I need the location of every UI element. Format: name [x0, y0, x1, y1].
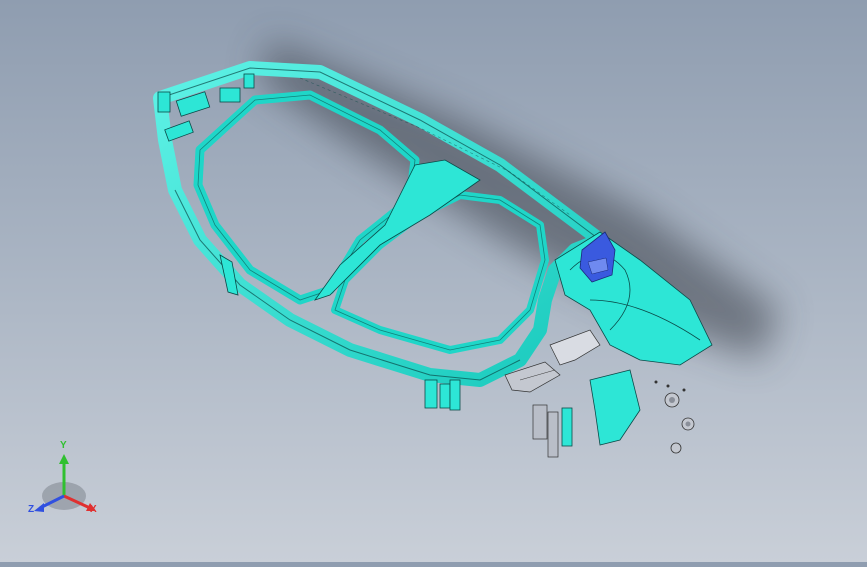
3d-viewport[interactable]: Y X Z — [0, 0, 867, 562]
y-axis-label: Y — [60, 440, 67, 451]
view-orientation-triad[interactable]: Y X Z — [28, 440, 104, 524]
frame-cross-member — [313, 159, 481, 301]
y-axis-arrowhead — [59, 454, 69, 464]
z-axis-arrowhead — [34, 503, 44, 512]
x-axis-label: X — [90, 504, 97, 515]
model-canvas[interactable] — [0, 0, 867, 562]
front-end-frame[interactable] — [153, 61, 713, 458]
loose-fasteners — [654, 380, 695, 454]
z-axis-label: Z — [28, 504, 35, 515]
